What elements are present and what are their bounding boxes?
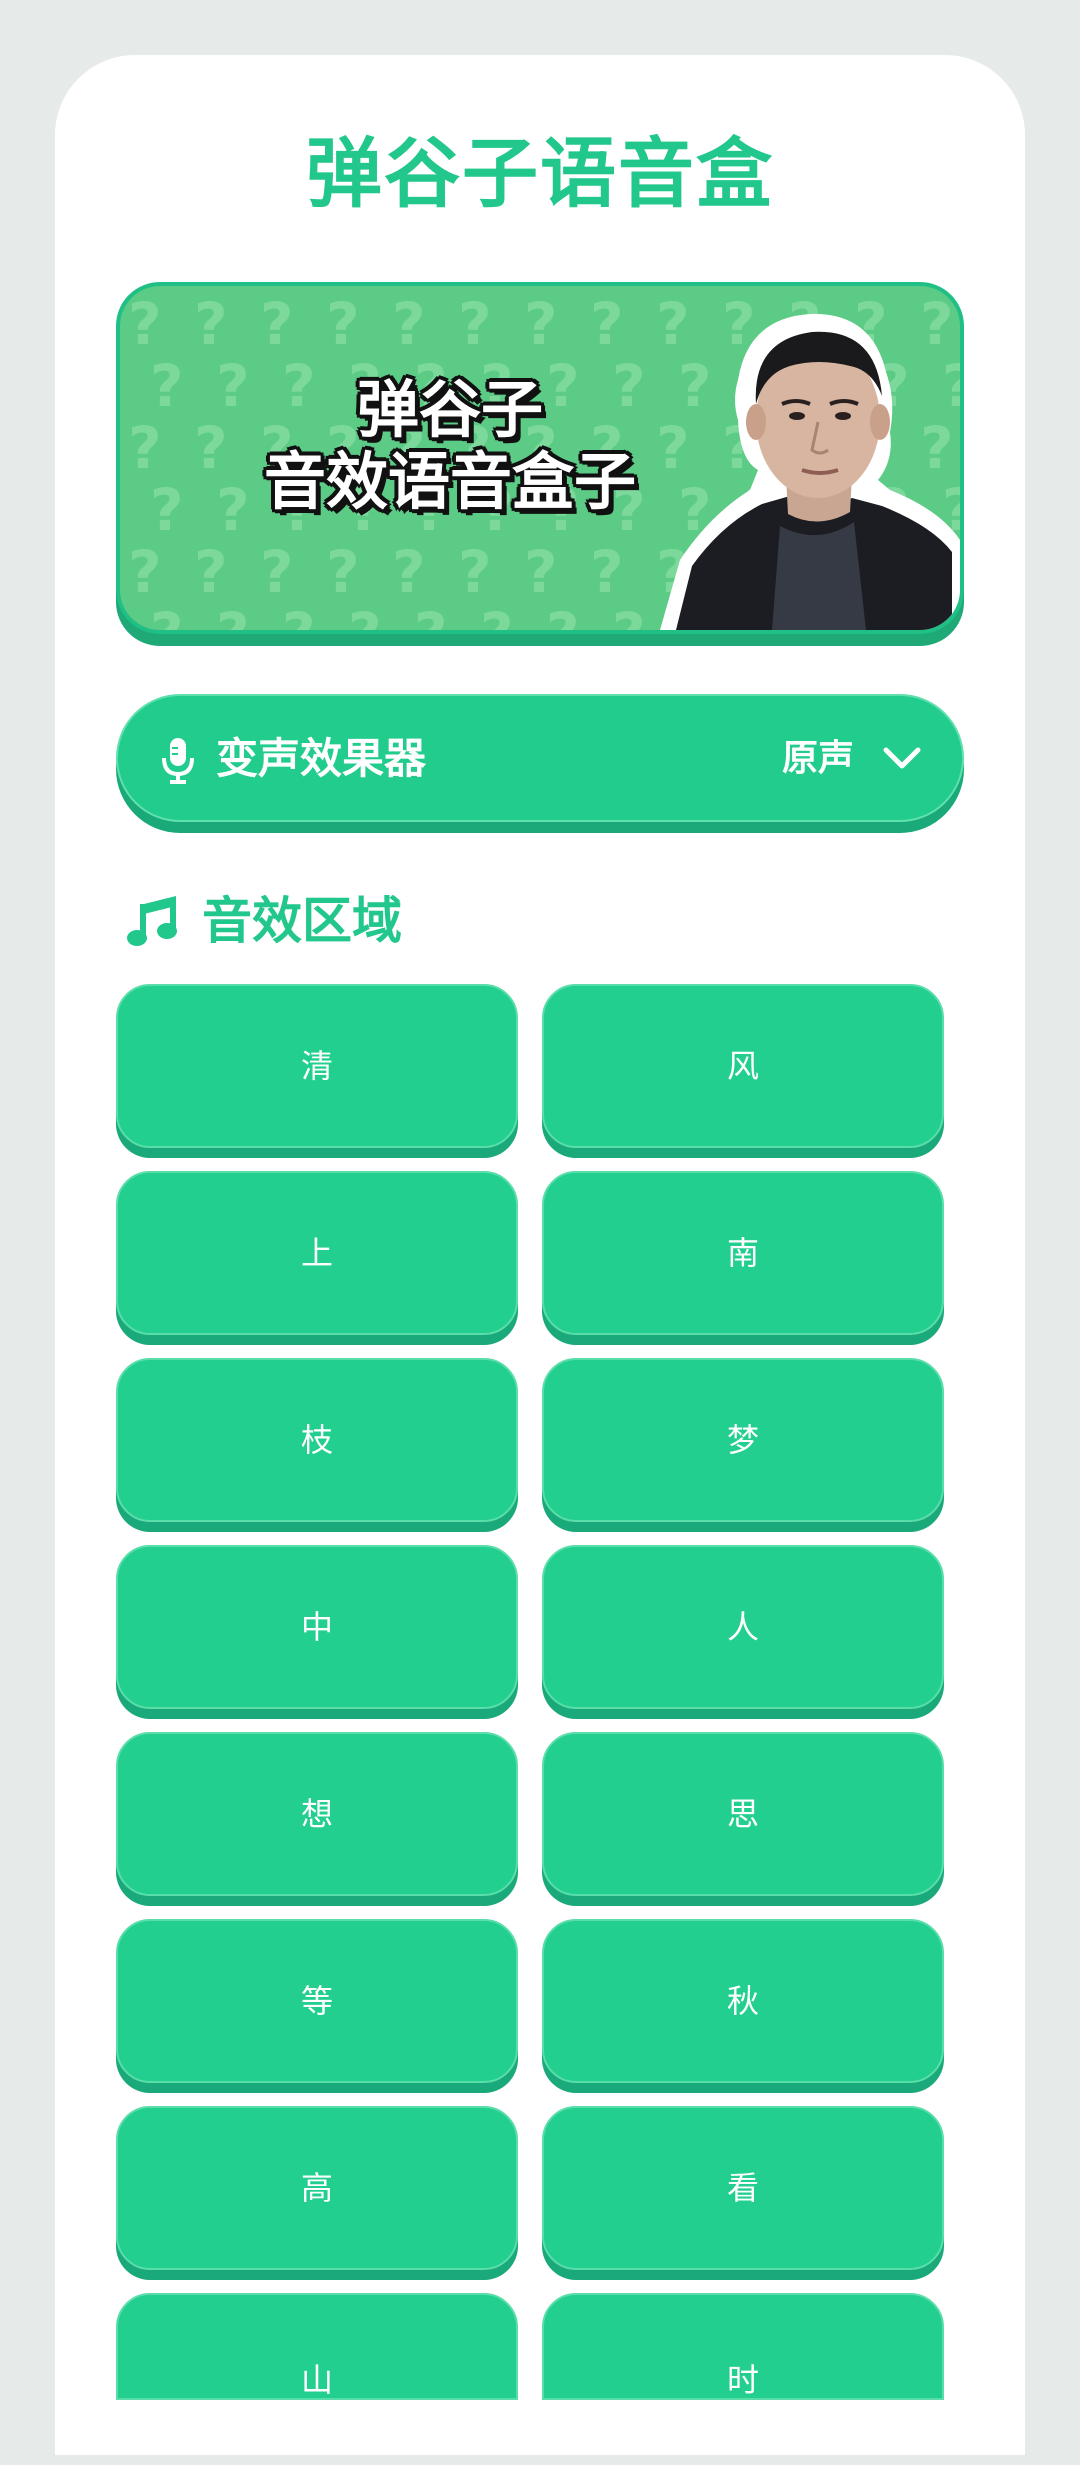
sound-button[interactable]: 山 — [116, 2293, 518, 2400]
sound-button[interactable]: 梦 — [542, 1358, 944, 1522]
pattern-glyph: ? — [150, 352, 184, 420]
pattern-glyph: ? — [480, 600, 514, 634]
pattern-glyph: ? — [260, 538, 294, 606]
sound-button[interactable]: 枝 — [116, 1358, 518, 1522]
pattern-glyph: ? — [194, 290, 228, 358]
pattern-glyph: ? — [458, 290, 492, 358]
sound-button[interactable]: 清 — [116, 984, 518, 1148]
sound-button[interactable]: 时 — [542, 2293, 944, 2400]
page-title: 弹谷子语音盒 — [306, 129, 774, 218]
pattern-glyph: ? — [524, 290, 558, 358]
music-note-icon — [127, 896, 177, 946]
sound-button[interactable]: 高 — [116, 2106, 518, 2270]
pattern-glyph: ? — [392, 290, 426, 358]
pattern-glyph: ? — [524, 538, 558, 606]
pattern-glyph: ? — [260, 290, 294, 358]
pattern-glyph: ? — [194, 538, 228, 606]
sound-button[interactable]: 中 — [116, 1545, 518, 1709]
pattern-glyph: ? — [128, 290, 162, 358]
sound-button[interactable]: 想 — [116, 1732, 518, 1896]
pattern-glyph: ? — [458, 538, 492, 606]
section-title: 音效区域 — [202, 892, 402, 950]
pattern-glyph: ? — [150, 476, 184, 544]
pattern-glyph: ? — [150, 600, 184, 634]
banner-title-line1: 弹谷子 — [356, 373, 543, 446]
sound-button[interactable]: 上 — [116, 1171, 518, 1335]
pattern-glyph: ? — [216, 600, 250, 634]
pattern-glyph: ? — [128, 538, 162, 606]
sound-button[interactable]: 南 — [542, 1171, 944, 1335]
pattern-glyph: ? — [326, 538, 360, 606]
sound-button[interactable]: 人 — [542, 1545, 944, 1709]
portrait-image — [660, 313, 960, 630]
pattern-glyph: ? — [282, 600, 316, 634]
voice-changer-label: 变声效果器 — [216, 734, 427, 783]
pattern-glyph: ? — [392, 538, 426, 606]
pattern-glyph: ? — [348, 600, 382, 634]
sound-button[interactable]: 风 — [542, 984, 944, 1148]
voice-changer-dropdown[interactable]: 变声效果器 原声 — [116, 694, 964, 822]
pattern-glyph: ? — [326, 290, 360, 358]
pattern-glyph: ? — [128, 414, 162, 482]
microphone-icon — [162, 738, 194, 784]
chevron-down-icon — [883, 747, 921, 769]
banner-title-line2: 音效语音盒子 — [263, 445, 636, 518]
sound-button[interactable]: 等 — [116, 1919, 518, 2083]
sound-button[interactable]: 看 — [542, 2106, 944, 2270]
banner: ????????????????????????????????????????… — [116, 282, 964, 634]
pattern-glyph: ? — [546, 600, 580, 634]
sound-button[interactable]: 秋 — [542, 1919, 944, 2083]
pattern-glyph: ? — [590, 538, 624, 606]
sound-button[interactable]: 思 — [542, 1732, 944, 1896]
pattern-glyph: ? — [590, 290, 624, 358]
voice-changer-selected: 原声 — [781, 738, 854, 779]
pattern-glyph: ? — [414, 600, 448, 634]
